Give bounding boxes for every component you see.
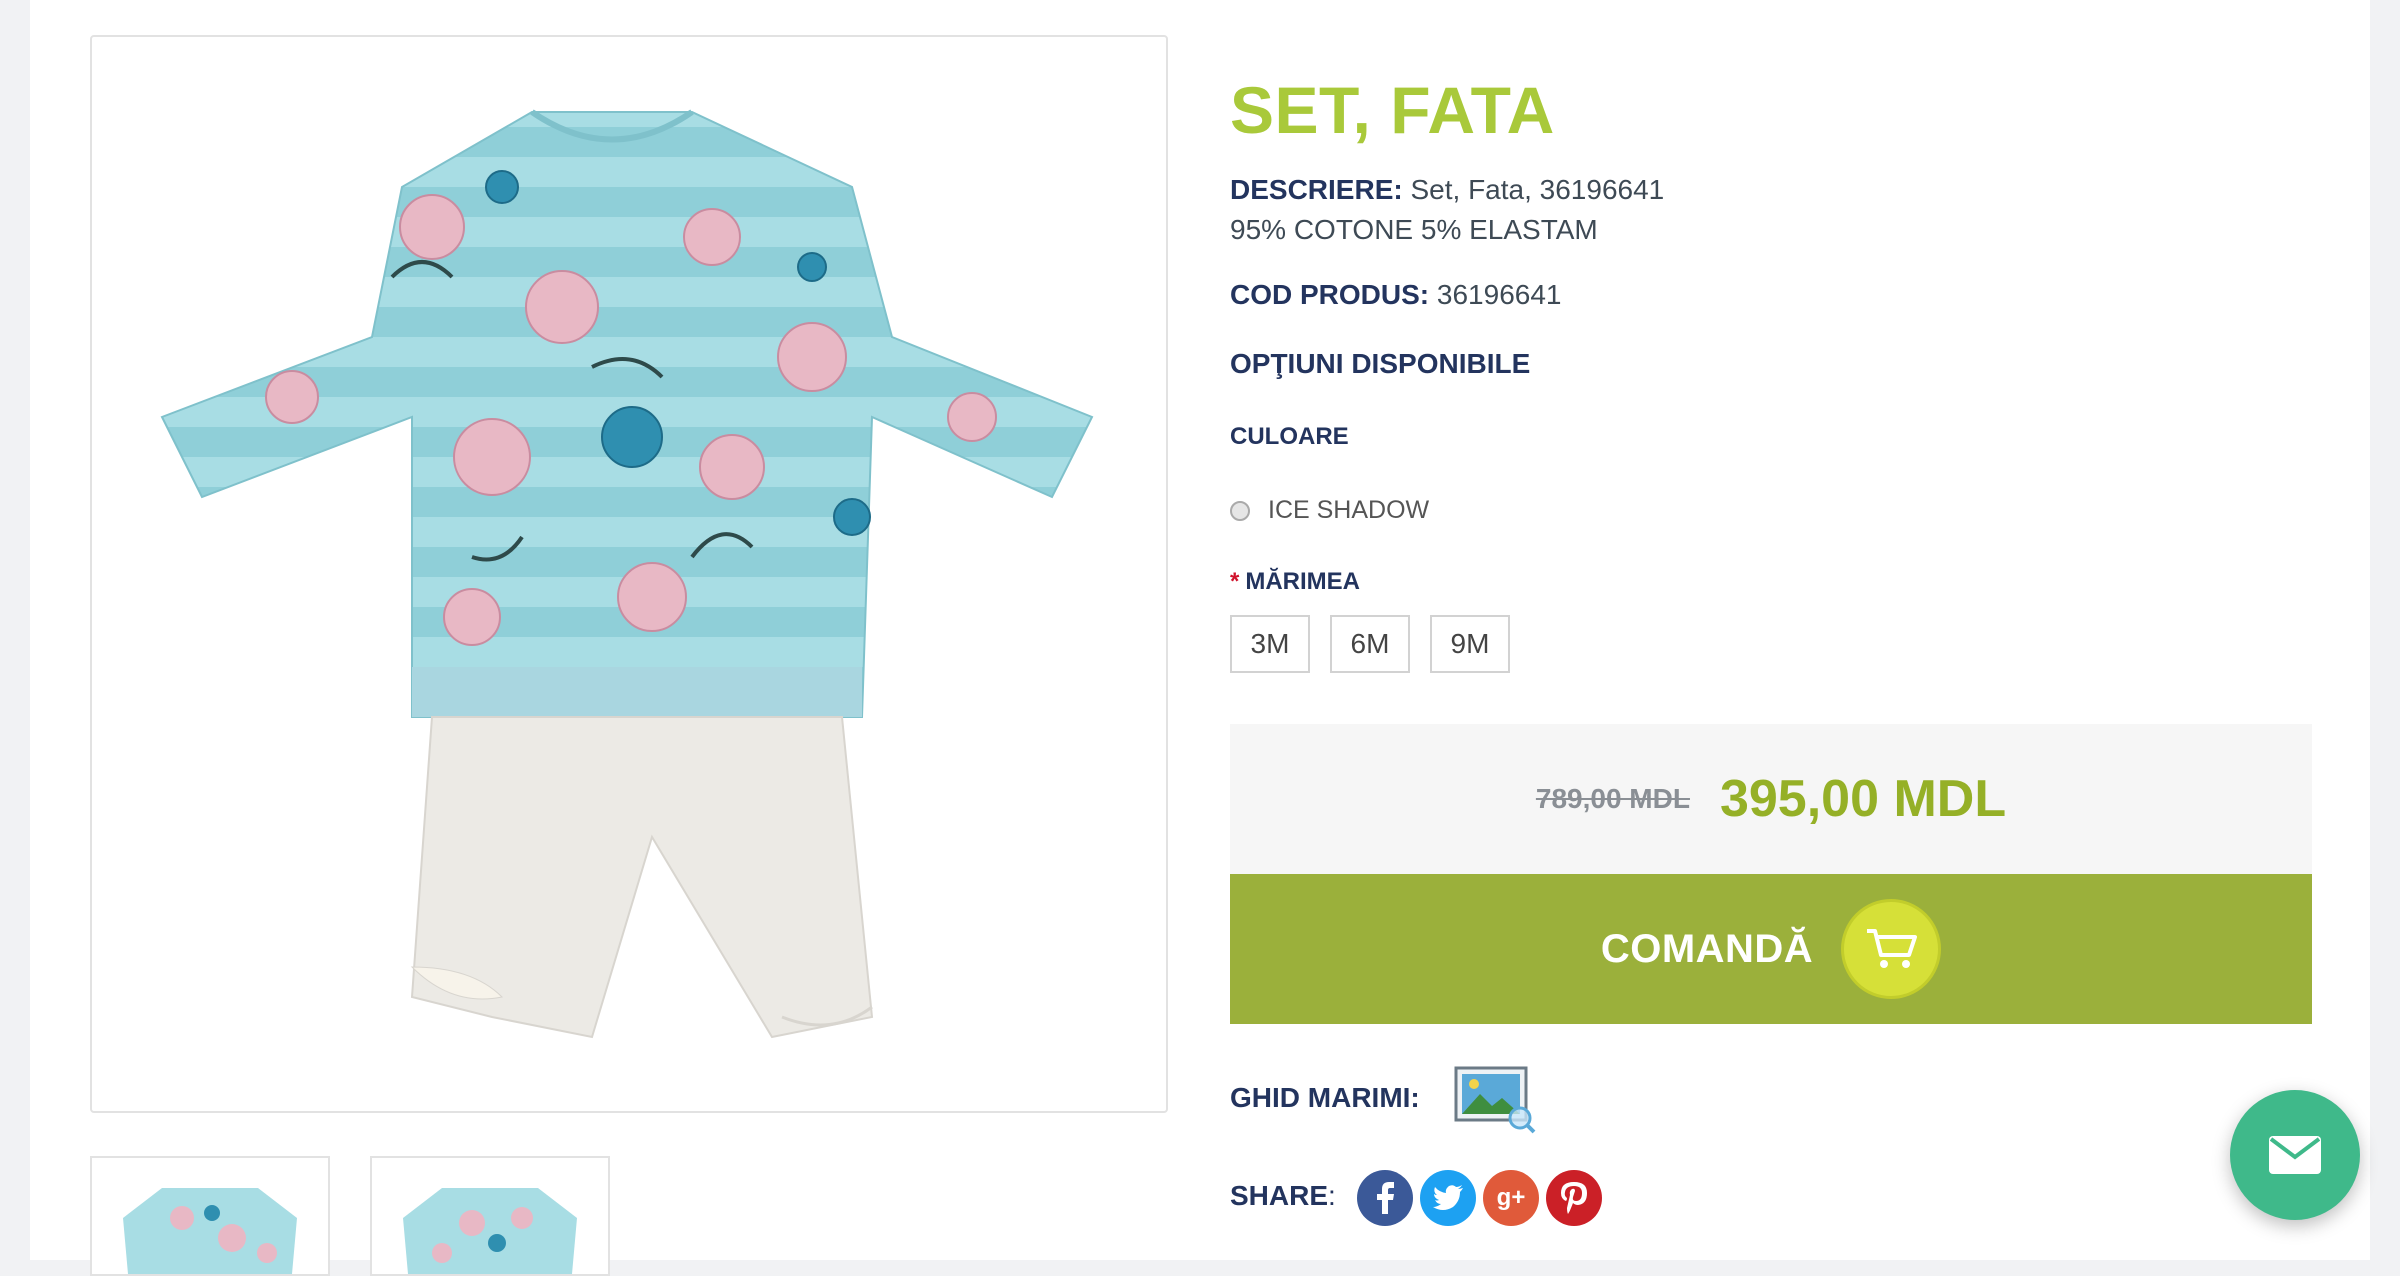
pinterest-icon[interactable] bbox=[1546, 1170, 1602, 1226]
size-label: * MĂRIMEA bbox=[1230, 568, 1360, 596]
required-marker: * bbox=[1230, 568, 1240, 595]
product-title: SET, FATA bbox=[1230, 73, 1555, 147]
code-value: 36196641 bbox=[1436, 279, 1562, 310]
code-label: COD PRODUS: bbox=[1230, 279, 1430, 310]
options-heading: OPŢIUNI DISPONIBILE bbox=[1230, 348, 1531, 379]
order-button-label: COMANDĂ bbox=[1600, 926, 1814, 971]
color-option-label: ICE SHADOW bbox=[1268, 496, 1430, 524]
cart-icon bbox=[1841, 899, 1942, 999]
size-label-text: MĂRIMEA bbox=[1245, 568, 1360, 595]
description-value: Set, Fata, 36196641 bbox=[1410, 174, 1665, 205]
share-label: SHARE: bbox=[1230, 1180, 1336, 1212]
thumbnail-1[interactable] bbox=[90, 1156, 330, 1276]
facebook-icon[interactable] bbox=[1357, 1170, 1413, 1226]
color-option[interactable]: ICE SHADOW bbox=[1230, 496, 1429, 525]
price-box: 789,00 MDL 395,00 MDL bbox=[1230, 724, 2312, 874]
share-icons: g+ bbox=[1357, 1170, 1609, 1226]
thumbnail-2[interactable] bbox=[370, 1156, 610, 1276]
size-button-3m[interactable]: 3M bbox=[1230, 615, 1310, 673]
twitter-icon[interactable] bbox=[1420, 1170, 1476, 1226]
color-label: CULOARE bbox=[1230, 423, 1349, 450]
contact-button[interactable] bbox=[2230, 1090, 2360, 1220]
image-search-icon[interactable] bbox=[1454, 1064, 1538, 1134]
color-radio[interactable] bbox=[1230, 500, 1250, 521]
size-guide-label: GHID MARIMI: bbox=[1230, 1082, 1420, 1113]
mail-icon bbox=[2269, 1136, 2321, 1174]
google-plus-icon[interactable]: g+ bbox=[1483, 1170, 1539, 1226]
size-button-6m[interactable]: 6M bbox=[1330, 615, 1410, 673]
product-composition: 95% COTONE 5% ELASTAM bbox=[1230, 214, 1598, 245]
product-description: DESCRIERE: Set, Fata, 36196641 95% COTON… bbox=[1230, 170, 1664, 250]
share-label-text: SHARE bbox=[1230, 1180, 1329, 1211]
share-colon: : bbox=[1328, 1180, 1336, 1211]
product-main-image[interactable] bbox=[90, 35, 1168, 1113]
product-page: SET, FATA DESCRIERE: Set, Fata, 36196641… bbox=[30, 0, 2370, 1276]
description-label: DESCRIERE: bbox=[1230, 174, 1403, 205]
old-price: 789,00 MDL bbox=[1535, 783, 1690, 814]
order-button[interactable]: COMANDĂ bbox=[1230, 874, 2312, 1024]
new-price: 395,00 MDL bbox=[1719, 770, 2007, 828]
size-button-9m[interactable]: 9M bbox=[1430, 615, 1510, 673]
product-code: COD PRODUS: 36196641 bbox=[1230, 279, 1561, 311]
size-options: 3M 6M 9M bbox=[1230, 615, 1530, 673]
